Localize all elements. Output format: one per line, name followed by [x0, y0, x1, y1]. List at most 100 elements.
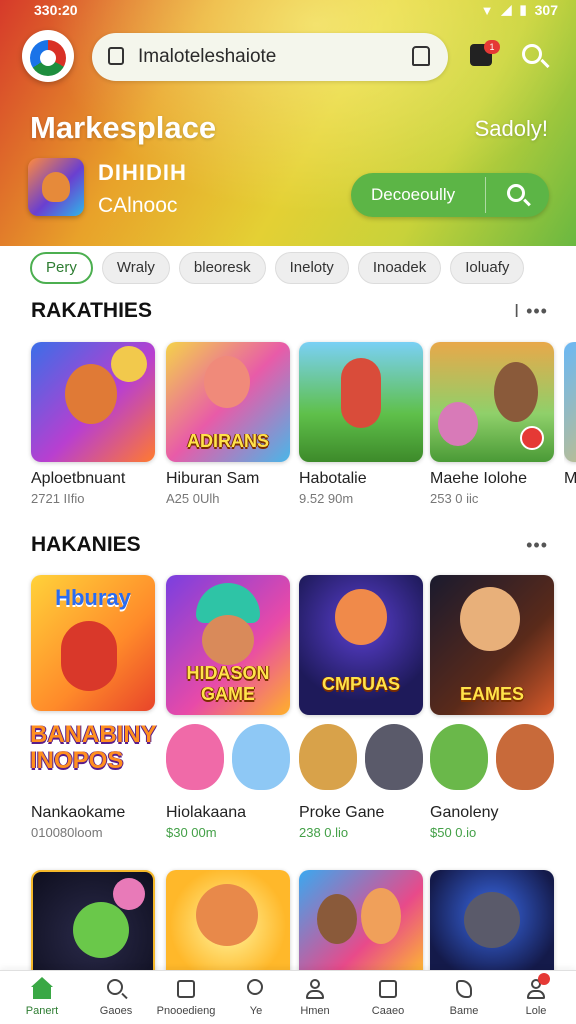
character-art [464, 892, 520, 948]
game-name: Ganoleny [430, 804, 499, 821]
promo-banner-text: BANABINY INOPOS [30, 721, 157, 774]
character-art [232, 724, 290, 790]
character-art [365, 724, 423, 790]
battery-icon: ▮ [519, 2, 527, 17]
discover-button[interactable]: Decoeoully [351, 173, 549, 217]
square-icon-frame [379, 980, 397, 998]
grid-icon [174, 977, 198, 1001]
game-card[interactable]: Maehe Iolohe 253 0 iic [430, 342, 554, 506]
featured-thumbnail[interactable] [28, 158, 84, 216]
nav-item-home[interactable]: Panert [6, 977, 78, 1024]
greeting-text: Sadoly! [474, 116, 548, 141]
character-strip[interactable] [430, 724, 554, 796]
game-thumbnail [31, 870, 155, 980]
notifications-button[interactable]: 1 [466, 40, 500, 72]
game-card[interactable]: Aploetbnuant 2721 IIfio [31, 342, 155, 506]
game-art-title: EAMES [459, 684, 524, 704]
notification-badge: 1 [484, 40, 500, 54]
chip-4[interactable]: Inoadek [357, 252, 442, 284]
game-card[interactable] [430, 870, 554, 980]
character-strip[interactable] [166, 724, 290, 796]
section-title-2: HAKANIES [31, 533, 141, 556]
character-art [341, 358, 381, 428]
app-logo[interactable] [22, 30, 74, 82]
notification-dot [538, 973, 550, 985]
game-card[interactable]: Habotalie 9.52 90m [299, 342, 423, 506]
game-card[interactable]: EAMES [430, 575, 554, 715]
discover-divider [485, 177, 486, 213]
user-icon [524, 973, 550, 1001]
game-art-title: Hburay [55, 585, 131, 610]
game-card[interactable]: ADIRANS Hiburan Sam A25 0Ulh [166, 342, 290, 506]
game-thumbnail: ADIRANS [166, 342, 290, 462]
game-card[interactable]: Hburay [31, 575, 155, 711]
chip-1[interactable]: Wraly [101, 252, 170, 284]
section-more-1[interactable]: I ••• [514, 301, 548, 322]
game-thumbnail [31, 342, 155, 462]
game-card[interactable] [31, 870, 155, 980]
game-info[interactable]: Proke Gane 238 0.lio [299, 796, 423, 840]
game-thumbnail [430, 342, 554, 462]
game-meta: 253 0 iic [430, 491, 479, 506]
home-icon-body [33, 985, 51, 999]
search-button[interactable] [518, 40, 550, 72]
status-right-text: 307 [534, 2, 558, 18]
status-time: 330:20 [34, 2, 78, 18]
game-info[interactable]: Hiolakaana $30 00m [166, 796, 290, 840]
bookmark-icon[interactable] [412, 46, 430, 66]
game-card[interactable]: HIDASON GAME [166, 575, 290, 715]
nav-item-8[interactable]: Lole [500, 973, 572, 1024]
game-card[interactable] [299, 870, 423, 980]
logo-center [40, 50, 56, 66]
game-card-partial[interactable]: M [564, 342, 576, 488]
game-art-title: CMPUAS [321, 674, 400, 694]
character-art [438, 402, 478, 446]
game-meta: 9.52 90m [299, 491, 354, 506]
game-name: Proke Gane [299, 804, 385, 821]
profile-icon-body [306, 990, 324, 999]
nav-label: Hmen [300, 1005, 330, 1017]
nav-item-7[interactable]: Bame [428, 977, 500, 1024]
character-art [460, 587, 520, 651]
character-strip[interactable] [299, 724, 423, 796]
wifi-icon: ▼ [480, 2, 494, 18]
search-icon-ring [107, 979, 123, 995]
promo-banner[interactable]: BANABINY INOPOS [30, 722, 156, 794]
chip-3[interactable]: Ineloty [274, 252, 349, 284]
character-art [113, 878, 145, 910]
nav-item-5[interactable]: Hmen [279, 977, 351, 1024]
search-bar[interactable]: Imaloteleshaiote [92, 33, 448, 81]
nav-item-3[interactable]: Pnooedieng [150, 977, 222, 1024]
character-art [202, 615, 254, 665]
game-thumbnail: Hburay [31, 575, 155, 711]
nav-item-games[interactable]: Gaoes [80, 977, 152, 1024]
character-art [166, 724, 224, 790]
game-card[interactable] [166, 870, 290, 980]
section-title-1: RAKATHIES [31, 299, 152, 322]
game-info[interactable]: Ganoleny $50 0.io [430, 796, 554, 840]
game-thumbnail: HIDASON GAME [166, 575, 290, 715]
game-card[interactable]: CMPUAS [299, 575, 423, 715]
character-art [335, 589, 387, 645]
search-input[interactable]: Imaloteleshaiote [138, 46, 276, 68]
section-more-2[interactable]: ••• [526, 535, 548, 556]
game-price: $30 00m [166, 825, 217, 840]
character-art [361, 888, 401, 944]
status-icons: ▼ ◢ ▮ 307 [481, 2, 558, 18]
game-thumbnail [299, 870, 423, 980]
game-name: Hiburan Sam [166, 470, 260, 487]
game-art-title: HIDASON GAME [186, 663, 270, 704]
character-art [196, 884, 258, 946]
game-info[interactable]: Nankaokame 010080loom [31, 796, 155, 840]
chip-5[interactable]: Ioluafy [450, 252, 525, 284]
nav-item-6[interactable]: Caaeo [352, 977, 424, 1024]
character-art [204, 356, 250, 408]
user-icon-body [527, 990, 545, 999]
chip-0[interactable]: Pery [30, 252, 93, 284]
signal-icon: ◢ [501, 2, 512, 17]
game-meta: A25 0Ulh [166, 491, 220, 506]
character-art [65, 364, 117, 424]
lock-icon [108, 47, 124, 65]
chip-2[interactable]: bleoresk [178, 252, 266, 284]
featured-subtitle: CAlnooc [98, 194, 178, 217]
